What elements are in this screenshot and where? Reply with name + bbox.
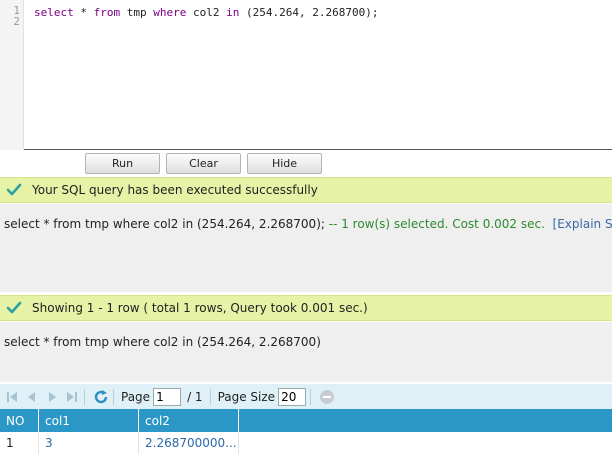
- editor-toolbar: Run Clear Hide: [0, 151, 612, 177]
- result-query: select * from tmp where col2 in (254.264…: [4, 335, 321, 349]
- execution-status-bar: Your SQL query has been executed success…: [0, 177, 612, 203]
- hide-button[interactable]: Hide: [247, 153, 322, 174]
- first-page-icon[interactable]: [4, 389, 20, 405]
- code-token: (254.264, 2.268700);: [239, 6, 379, 19]
- check-icon: [6, 183, 22, 196]
- col2-cell: 2.268700000...: [139, 432, 239, 454]
- code-token: col2: [186, 6, 227, 19]
- result-status-bar: Showing 1 - 1 row ( total 1 rows, Query …: [0, 295, 612, 321]
- keyword: select: [34, 6, 74, 19]
- code-token: *: [73, 6, 94, 19]
- execution-log-line: select * from tmp where col2 in (254.264…: [4, 217, 612, 231]
- executed-query: select * from tmp where col2 in (254.264…: [4, 217, 325, 231]
- line-number: 2: [13, 15, 20, 28]
- col1-cell: 3: [39, 432, 139, 454]
- code-line[interactable]: select * from tmp where col2 in (254.264…: [34, 6, 378, 20]
- toolbar-separator: [84, 388, 85, 405]
- column-header-no[interactable]: NO: [0, 409, 39, 432]
- toolbar-separator: [310, 388, 312, 405]
- page-total: / 1: [187, 389, 203, 404]
- toolbar-separator: [113, 388, 114, 405]
- next-page-icon[interactable]: [44, 389, 60, 405]
- cancel-icon[interactable]: [319, 389, 335, 405]
- row-number-cell: 1: [0, 432, 39, 454]
- keyword: in: [226, 6, 240, 19]
- column-header-col2[interactable]: col2: [139, 409, 239, 432]
- clear-button[interactable]: Clear: [166, 153, 241, 174]
- execution-status-message: Your SQL query has been executed success…: [32, 183, 318, 197]
- result-query-panel: select * from tmp where col2 in (254.264…: [0, 322, 612, 382]
- line-number-gutter: 1 2: [0, 0, 24, 150]
- refresh-icon[interactable]: [93, 389, 109, 405]
- page-number-input[interactable]: [153, 387, 182, 406]
- page-size-input[interactable]: [278, 387, 307, 406]
- execution-log-panel: select * from tmp where col2 in (254.264…: [0, 204, 612, 292]
- page-label: Page: [121, 389, 151, 404]
- column-header-col1[interactable]: col1: [39, 409, 139, 432]
- keyword: from: [93, 6, 121, 19]
- result-status-message: Showing 1 - 1 row ( total 1 rows, Query …: [32, 301, 368, 315]
- last-page-icon[interactable]: [64, 389, 80, 405]
- page-size-label: Page Size: [217, 389, 276, 404]
- run-button[interactable]: Run: [85, 153, 160, 174]
- sql-editor[interactable]: 1 2 select * from tmp where col2 in (254…: [0, 0, 612, 150]
- code-token: tmp: [120, 6, 154, 19]
- table-row[interactable]: 1 3 2.268700000...: [0, 432, 240, 454]
- execution-result: -- 1 row(s) selected. Cost 0.002 sec.: [324, 217, 545, 231]
- result-grid-header: NO col1 col2: [0, 409, 612, 432]
- keyword: where: [153, 6, 187, 19]
- previous-page-icon[interactable]: [24, 389, 40, 405]
- pagination-toolbar: Page / 1 Page Size: [0, 384, 612, 409]
- explain-sql-link[interactable]: [Explain SQL]: [553, 217, 612, 231]
- toolbar-separator: [209, 388, 211, 405]
- check-icon: [6, 301, 22, 314]
